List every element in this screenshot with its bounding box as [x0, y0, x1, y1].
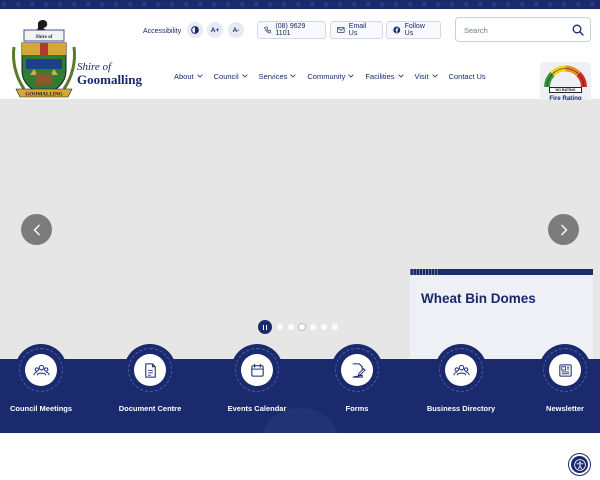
main-nav: About Council Services Community Facilit…: [174, 69, 497, 83]
calendar-icon: [250, 363, 264, 377]
fire-rating-status: NO RATING: [549, 87, 582, 93]
nav-item-label: Facilities: [365, 71, 395, 81]
slider-prev-button[interactable]: [21, 214, 52, 245]
chevron-down-icon: [241, 74, 248, 78]
email-link[interactable]: Email Us: [330, 21, 383, 39]
accessibility-widget-button[interactable]: [569, 454, 590, 475]
quick-link-ring: [231, 344, 283, 396]
search-box: [455, 17, 591, 42]
phone-number: (08) 9629 1101: [275, 23, 306, 37]
page: Shire of GOOMALLING Shire of Goomalling: [0, 0, 600, 480]
quick-link-label: Forms: [345, 404, 369, 413]
form-edit-icon: [352, 362, 366, 378]
slider-dot[interactable]: [332, 324, 338, 330]
site-title-line2: Goomalling: [77, 72, 143, 87]
slider-dot[interactable]: [310, 324, 316, 330]
nav-item-label: Council: [213, 71, 239, 81]
search-icon[interactable]: [572, 24, 584, 36]
fire-rating-widget[interactable]: NO RATING Fire Rating: [540, 62, 591, 105]
slider-dot[interactable]: [288, 324, 294, 330]
slider-dot-active[interactable]: [299, 324, 305, 330]
nav-item-label: Contact Us: [448, 71, 486, 81]
quick-link-icon-circle: [549, 354, 581, 386]
quick-link-label: Document Centre: [118, 404, 182, 413]
quick-link-ring: [539, 344, 591, 396]
quick-link-business-directory[interactable]: Business Directory: [416, 344, 506, 413]
svg-text:GOOMALLING: GOOMALLING: [25, 92, 62, 98]
quick-link-ring: [124, 344, 176, 396]
quick-link-newsletter[interactable]: Newsletter: [520, 344, 600, 413]
search-input[interactable]: [464, 24, 564, 36]
site-title[interactable]: Shire of Goomalling: [77, 61, 142, 87]
chevron-left-icon: [33, 224, 40, 235]
slider-pause-button[interactable]: [258, 320, 272, 334]
nav-item-label: Visit: [414, 71, 429, 81]
font-decrease-button[interactable]: A-: [228, 22, 244, 38]
quick-link-document-centre[interactable]: Document Centre: [105, 344, 195, 413]
quick-link-ring: [15, 344, 67, 396]
font-increase-button[interactable]: A+: [207, 22, 223, 38]
top-decorative-strip: [0, 0, 600, 9]
nav-item-council[interactable]: Council: [214, 69, 248, 83]
fire-rating-gauge-icon: [544, 65, 587, 88]
quick-link-council-meetings[interactable]: Council Meetings: [0, 344, 86, 413]
quick-link-icon-circle: [25, 354, 57, 386]
nav-item-label: About: [174, 71, 194, 81]
nav-item-community[interactable]: Community: [307, 69, 355, 83]
quick-link-icon-circle: [341, 354, 373, 386]
site-header: Shire of GOOMALLING Shire of Goomalling: [0, 9, 600, 105]
nav-item-label: Community: [307, 71, 346, 81]
caption-decorative-bar: [440, 269, 593, 275]
facebook-icon: [393, 26, 401, 34]
follow-us-link[interactable]: Follow Us: [386, 21, 441, 39]
hero-slider: Wheat Bin Domes: [0, 100, 600, 359]
chevron-down-icon: [196, 74, 203, 78]
follow-us-label: Follow Us: [404, 23, 425, 37]
nav-item-facilities[interactable]: Facilities: [365, 69, 404, 83]
document-icon: [144, 362, 156, 378]
phone-link[interactable]: (08) 9629 1101: [257, 21, 326, 39]
nav-item-contact-us[interactable]: Contact Us: [449, 69, 486, 83]
quick-link-label: Council Meetings: [9, 404, 73, 413]
newsletter-icon: [558, 363, 572, 377]
slide-caption-title: Wheat Bin Domes: [421, 291, 536, 306]
accessibility-label: Accessibility: [143, 27, 182, 35]
nav-item-about[interactable]: About: [174, 69, 203, 83]
shire-crest-logo[interactable]: Shire of GOOMALLING: [10, 17, 78, 101]
nav-item-label: Services: [258, 71, 288, 81]
crest-image: Shire of GOOMALLING: [12, 20, 76, 98]
accessibility-person-icon: [573, 458, 586, 471]
quick-link-forms[interactable]: Forms: [312, 344, 402, 413]
svg-text:Shire of: Shire of: [36, 35, 53, 40]
slider-dot[interactable]: [321, 324, 327, 330]
envelope-icon: [337, 27, 345, 33]
quick-link-icon-circle: [445, 354, 477, 386]
contrast-icon: [191, 26, 199, 34]
slider-pagination: [258, 320, 338, 334]
email-label: Email Us: [348, 23, 367, 37]
phone-icon: [264, 26, 272, 34]
quick-link-icon-circle: [241, 354, 273, 386]
chevron-down-icon: [397, 74, 404, 78]
quick-link-label: Business Directory: [426, 404, 496, 413]
nav-item-services[interactable]: Services: [259, 69, 297, 83]
contrast-toggle-button[interactable]: [187, 22, 203, 38]
pause-icon: [262, 324, 265, 330]
slider-next-button[interactable]: [548, 214, 579, 245]
people-group-icon: [32, 364, 50, 375]
nav-item-visit[interactable]: Visit: [415, 69, 438, 83]
slider-dot[interactable]: [277, 324, 283, 330]
pause-icon: [265, 324, 268, 330]
quick-link-label: Newsletter: [546, 404, 584, 413]
quick-link-label: Events Calendar: [227, 404, 287, 413]
quick-link-events-calendar[interactable]: Events Calendar: [212, 344, 302, 413]
chevron-right-icon: [560, 224, 567, 235]
chevron-down-icon: [431, 74, 438, 78]
people-group-icon: [452, 364, 470, 375]
quick-link-ring: [435, 344, 487, 396]
quick-link-ring: [331, 344, 383, 396]
quick-link-icon-circle: [134, 354, 166, 386]
chevron-down-icon: [290, 74, 297, 78]
chevron-down-icon: [348, 74, 355, 78]
